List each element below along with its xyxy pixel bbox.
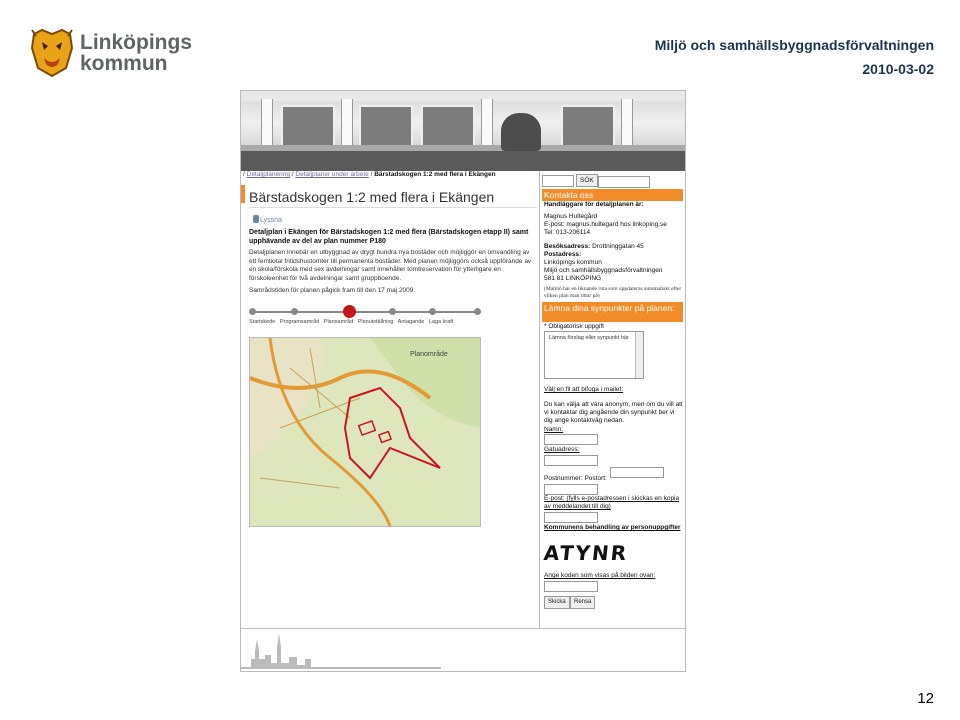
search-bar: SÖK	[540, 173, 685, 189]
slide-header: Linköpings kommun Miljö och samhällsbygg…	[0, 0, 960, 88]
hero-window	[421, 105, 475, 149]
email-field[interactable]	[544, 512, 598, 523]
postal-line: 581 81 LINKÖPING	[544, 275, 602, 282]
search-input-small[interactable]	[542, 175, 574, 187]
handler-email[interactable]: E-post: magnus.hultegard hos linkoping.s…	[544, 221, 684, 229]
lion-crest-icon	[30, 28, 74, 78]
timeline-label: Startskede	[249, 319, 276, 325]
anonymity-text: Du kan välja att vara anonym, men om du …	[544, 401, 683, 424]
reset-button[interactable]: Rensa	[570, 596, 596, 609]
postal-label: Postadress:	[544, 251, 582, 258]
timeline-step-dot	[389, 308, 396, 315]
timeline-step-dot	[291, 308, 298, 315]
breadcrumb-link-under-arbete[interactable]: Detaljplaner under arbete	[295, 171, 368, 178]
page-title: Bärstadskogen 1:2 med flera i Ekängen	[249, 189, 495, 205]
page-number: 12	[917, 690, 934, 707]
visit-label: Besöksadress:	[544, 243, 591, 250]
timeline-labels: Startskede Programsamråd Plansamråd Plan…	[249, 319, 489, 325]
timeline-label: Antagande	[397, 319, 425, 325]
main-content: Bärstadskogen 1:2 med flera i Ekängen Ly…	[241, 183, 539, 628]
hero-people	[501, 113, 541, 151]
timeline-label: Plansamråd	[323, 319, 354, 325]
hero-window	[359, 105, 413, 149]
consultation-paragraph: Samrådstiden för planen pågick fram till…	[249, 287, 416, 294]
timeline-step-dot	[429, 308, 436, 315]
captcha-image: ATYNR	[542, 541, 630, 565]
map-drawing: Planområde	[250, 338, 480, 526]
handler-name: Magnus Hultegård	[544, 213, 598, 220]
timeline-step-dot	[249, 308, 256, 315]
plan-process-timeline: Startskede Programsamråd Plansamråd Plan…	[249, 305, 489, 327]
email-label: E-post: (fylls e-postadressen i skickas …	[544, 495, 680, 510]
timeline-label: Programsamråd	[279, 319, 320, 325]
search-input[interactable]	[598, 176, 650, 188]
handler-label: Handläggare för detaljplanen är:	[544, 201, 644, 208]
listen-label: Lyssna	[260, 217, 282, 224]
postal-number-field[interactable]	[544, 484, 598, 495]
visit-address: Besöksadress: Drottninggatan 45	[544, 243, 684, 251]
feedback-textarea[interactable]: Lämna förslag eller synpunkt här	[544, 331, 644, 379]
hero-lawn	[241, 151, 685, 171]
send-button[interactable]: Skicka	[544, 596, 570, 609]
handler-phone: Tel: 013-206114	[544, 229, 591, 236]
map-label: Planområde	[410, 350, 448, 358]
postal-number-label: Postnummer: Postort:	[544, 475, 607, 482]
city-skyline-icon	[241, 633, 441, 669]
department-title: Miljö och samhällsbyggnadsförvaltningen	[654, 37, 934, 53]
title-divider	[249, 207, 537, 208]
postal-line: Miljö och samhällsbyggnadsförvaltningen	[544, 267, 663, 274]
logo-text-line2: kommun	[80, 52, 168, 75]
listen-button[interactable]: Lyssna	[253, 215, 282, 224]
textarea-placeholder: Lämna förslag eller synpunkt här	[549, 335, 629, 341]
street-field[interactable]	[544, 455, 598, 466]
required-note: * Obligatorisk uppgift	[544, 323, 604, 330]
contact-heading: Kontakta oss	[542, 189, 683, 201]
street-label: Gatuadress:	[544, 446, 580, 453]
name-label: Namn:	[544, 426, 564, 433]
timeline-label: Laga kraft	[428, 319, 454, 325]
breadcrumb-current: Bärstadskogen 1:2 med flera i Ekängen	[374, 171, 496, 178]
captcha-label: Ange koden som visas på bilden ovan:	[544, 572, 656, 579]
logo-text-line1: Linköpings	[80, 31, 192, 54]
auto-update-note: (Malmö har en liknande ruta som uppdater…	[544, 286, 682, 299]
search-button[interactable]: SÖK	[576, 174, 598, 187]
timeline-line	[249, 311, 481, 313]
visit-address-value: Drottninggatan 45	[592, 243, 644, 250]
body-paragraph: Detaljplanen innebär en utbyggnad av dry…	[249, 249, 532, 282]
title-accent-bar	[241, 185, 245, 203]
hero-window	[561, 105, 615, 149]
name-field[interactable]	[544, 434, 598, 445]
footer-skyline	[241, 628, 685, 671]
lead-paragraph: Detaljplan i Ekängen för Bärstadskogen 1…	[249, 229, 529, 245]
slide-date: 2010-03-02	[862, 61, 934, 77]
timeline-step-dot	[474, 308, 481, 315]
linkoping-logo: Linköpings kommun	[28, 28, 198, 78]
hero-image	[241, 91, 685, 171]
speaker-icon	[253, 215, 259, 223]
plan-map[interactable]: Planområde	[249, 337, 481, 527]
postal-line: Linköpings kommun	[544, 259, 602, 266]
feedback-heading: Lämna dina synpunkter på planen:	[542, 302, 683, 322]
sidebar: SÖK Kontakta oss Handläggare för detaljp…	[539, 171, 685, 628]
breadcrumb-link-detaljplanering[interactable]: Detaljplanering	[247, 171, 290, 178]
hero-roof	[241, 91, 685, 101]
webpage-screenshot: / Detaljplanering / Detaljplaner under a…	[240, 90, 686, 672]
timeline-active-marker	[343, 305, 356, 318]
breadcrumb: / Detaljplanering / Detaljplaner under a…	[243, 171, 496, 178]
hero-window	[281, 105, 335, 149]
timeline-label: Planutställning	[357, 319, 394, 325]
captcha-field[interactable]	[544, 581, 598, 592]
textarea-scrollbar[interactable]	[635, 332, 643, 378]
attach-file-link[interactable]: Välj en fil att bifoga i mailet:	[544, 386, 684, 394]
privacy-link[interactable]: Kommunens behandling av personuppgifter	[544, 524, 684, 532]
